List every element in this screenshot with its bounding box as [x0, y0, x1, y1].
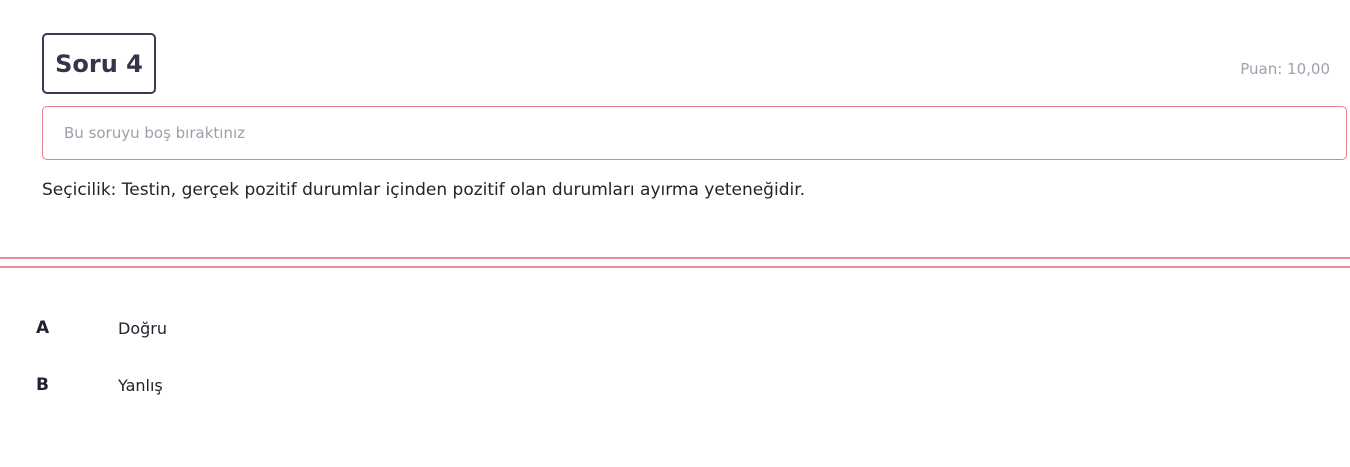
unanswered-notice: Bu soruyu boş bıraktınız	[42, 106, 1347, 160]
question-number-box: Soru 4	[42, 33, 156, 94]
divider-top	[0, 257, 1350, 259]
option-letter: B	[36, 375, 49, 395]
question-title: Soru 4	[55, 49, 143, 78]
divider-bottom	[0, 266, 1350, 268]
unanswered-notice-text: Bu soruyu boş bıraktınız	[64, 124, 245, 142]
option-b[interactable]: B Yanlış	[36, 375, 163, 395]
option-label: Yanlış	[118, 375, 163, 395]
points-label: Puan: 10,00	[1240, 60, 1330, 78]
question-text: Seçicilik: Testin, gerçek pozitif duruml…	[42, 180, 806, 200]
option-letter: A	[36, 318, 50, 338]
option-a[interactable]: A Doğru	[36, 318, 167, 338]
option-label: Doğru	[118, 318, 167, 338]
